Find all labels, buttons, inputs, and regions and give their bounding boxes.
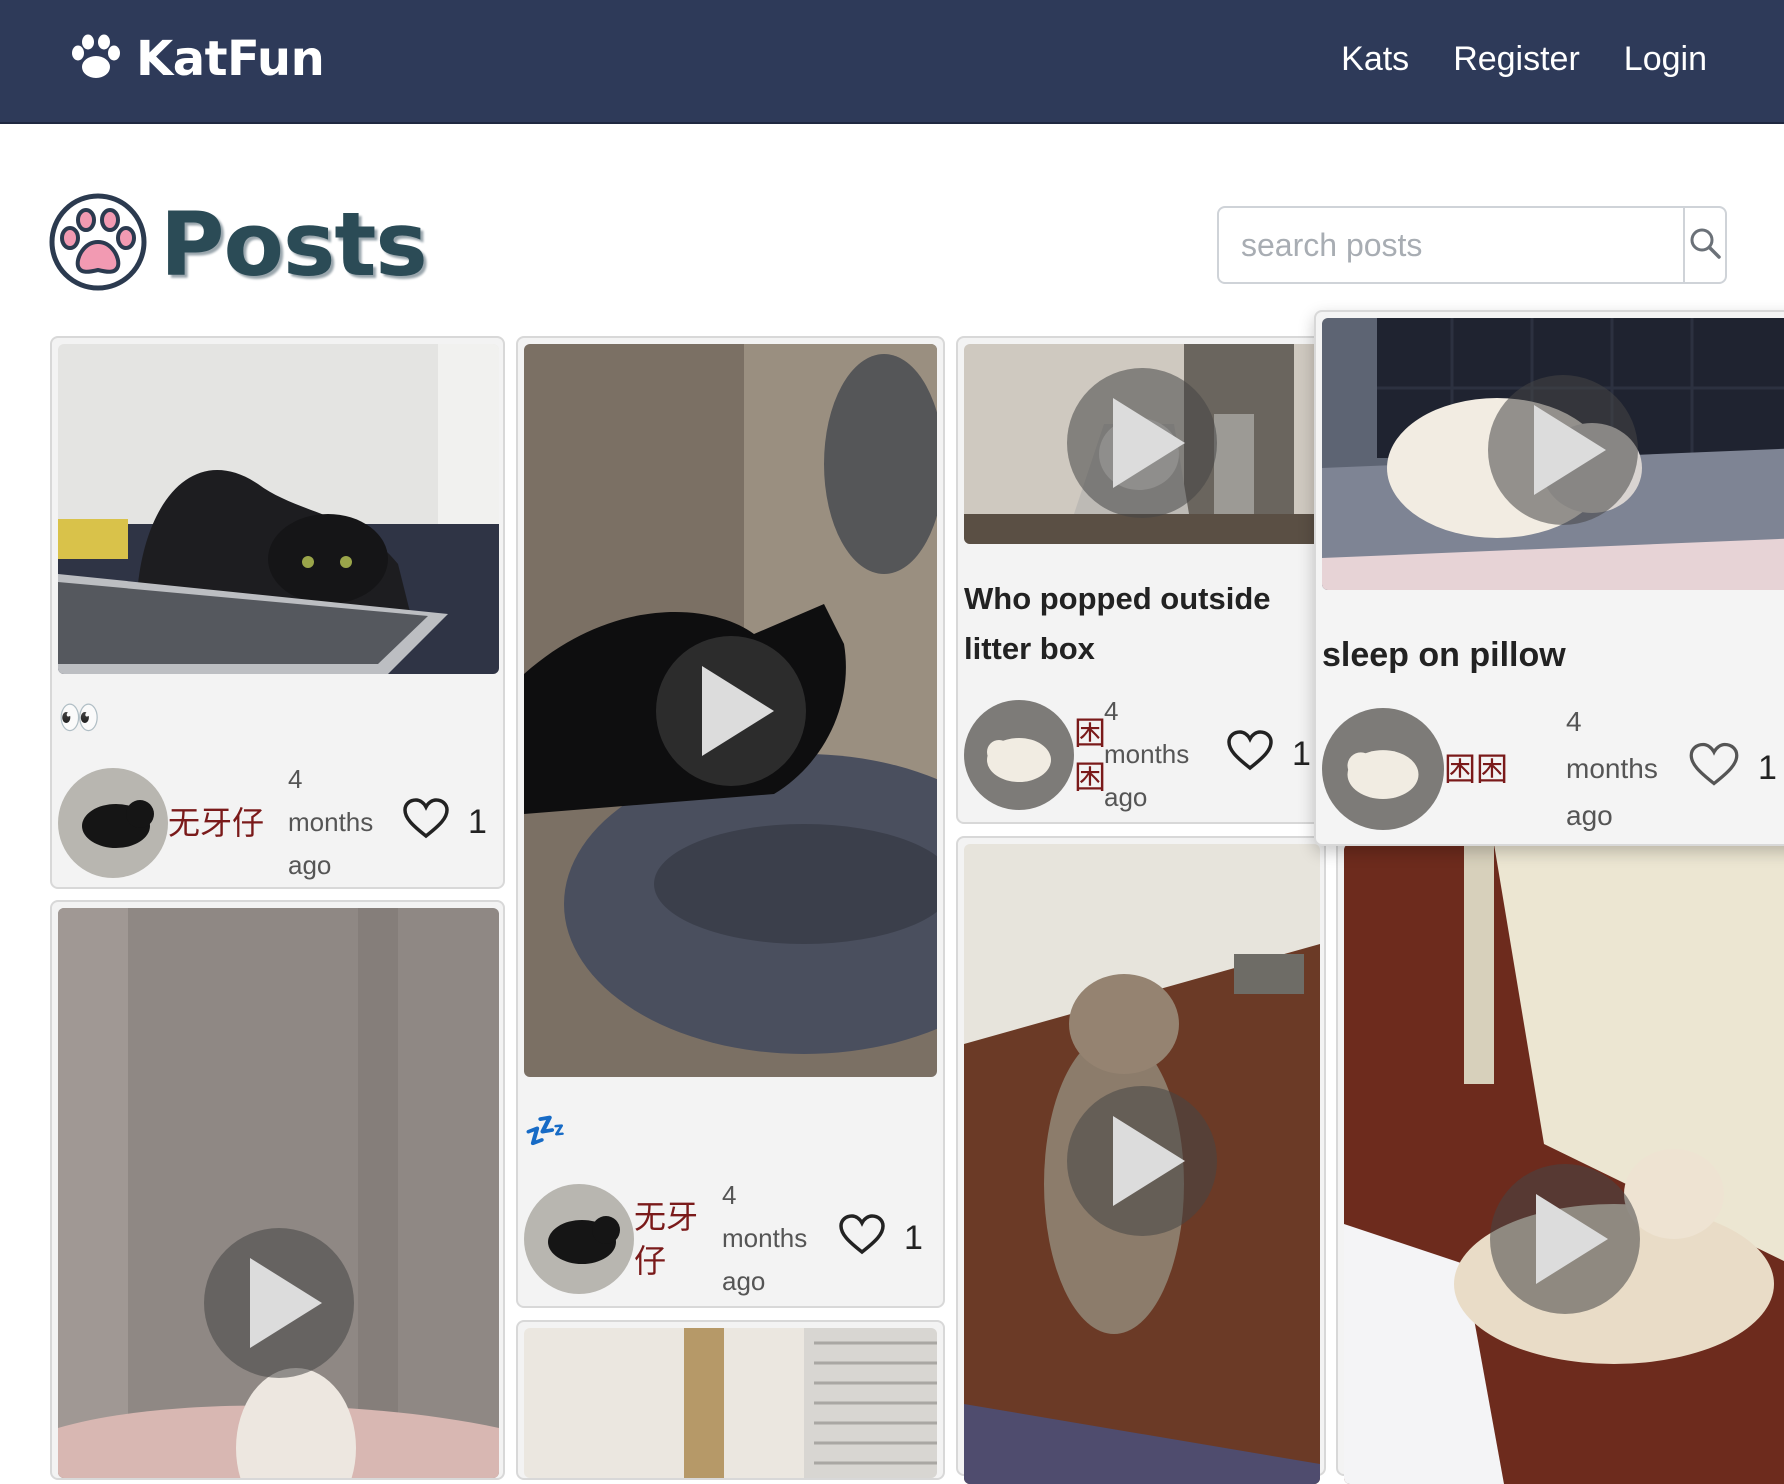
post-time: 4 months ago [288, 764, 374, 880]
search-icon [1688, 226, 1722, 265]
search-button[interactable] [1683, 208, 1725, 282]
like-count: 1 [904, 1219, 923, 1257]
post-time: 4 months ago [722, 1180, 808, 1296]
play-button[interactable] [1067, 1086, 1217, 1236]
post-video[interactable] [524, 344, 937, 1077]
post-meta: 困困 4 months ago 1 [964, 690, 1311, 819]
heart-icon[interactable] [1226, 729, 1274, 780]
nav-link-kats[interactable]: Kats [1341, 30, 1409, 88]
post-time: 4 months ago [1566, 706, 1658, 831]
post-card[interactable] [1336, 836, 1784, 1484]
post-card[interactable]: sleep on pillow 困困 4 months ago 1 [1314, 310, 1784, 846]
play-button[interactable] [656, 636, 806, 786]
author-name[interactable]: 困困 [1444, 747, 1566, 791]
play-button[interactable] [1488, 375, 1638, 525]
post-card[interactable] [516, 1320, 945, 1480]
like-control[interactable]: 1 [838, 1213, 923, 1264]
author-name[interactable]: 无牙仔 [168, 801, 284, 845]
pink-paw-icon [48, 192, 148, 297]
post-video[interactable] [58, 908, 499, 1478]
post-caption: Who popped outside litter box [964, 581, 1271, 666]
nav-link-register[interactable]: Register [1453, 30, 1580, 88]
post-time: 4 months ago [1104, 696, 1190, 812]
play-button[interactable] [204, 1228, 354, 1378]
post-video[interactable] [1344, 844, 1784, 1484]
post-card[interactable] [50, 900, 505, 1480]
author-name[interactable]: 无牙仔 [634, 1195, 700, 1283]
post-card[interactable]: 💤 无牙仔 4 months ago 1 [516, 336, 945, 1308]
avatar[interactable] [524, 1183, 634, 1294]
post-caption: sleep on pillow [1322, 636, 1566, 674]
page-title: Posts [160, 193, 428, 296]
like-control[interactable]: 1 [1688, 741, 1777, 796]
like-count: 1 [468, 803, 487, 841]
post-card[interactable]: Who popped outside litter box 困困 4 month… [956, 336, 1326, 824]
heart-icon[interactable] [838, 1213, 886, 1264]
heart-icon[interactable] [1688, 741, 1740, 796]
post-meta: 困困 4 months ago 1 [1322, 698, 1777, 839]
play-button[interactable] [1490, 1164, 1640, 1314]
avatar[interactable] [964, 699, 1074, 810]
navbar: KatFun Kats Register Login [0, 0, 1784, 124]
search-bar [1217, 206, 1727, 284]
post-meta: 无牙仔 4 months ago 1 [524, 1174, 923, 1303]
brand-name: KatFun [136, 31, 325, 87]
post-card[interactable] [956, 836, 1326, 1484]
post-caption: 💤 [524, 1112, 567, 1150]
heart-icon[interactable] [402, 797, 450, 848]
post-card[interactable]: 👀 无牙仔 4 months ago 1 [50, 336, 505, 889]
like-count: 1 [1292, 735, 1311, 773]
author-name[interactable]: 困困 [1074, 711, 1106, 799]
paw-icon [70, 34, 122, 85]
play-button[interactable] [1067, 368, 1217, 518]
post-meta: 无牙仔 4 months ago 1 [58, 758, 487, 887]
like-control[interactable]: 1 [1226, 729, 1311, 780]
post-photo[interactable] [524, 1328, 937, 1478]
post-video[interactable] [964, 344, 1320, 544]
brand-link[interactable]: KatFun [70, 26, 325, 92]
avatar[interactable] [58, 767, 168, 878]
avatar[interactable] [1322, 707, 1444, 830]
like-control[interactable]: 1 [402, 797, 487, 848]
like-count: 1 [1758, 749, 1777, 787]
search-input[interactable] [1219, 208, 1683, 282]
post-video[interactable] [964, 844, 1320, 1484]
nav-link-login[interactable]: Login [1624, 30, 1707, 88]
page-header: Posts [48, 192, 428, 297]
post-photo[interactable] [58, 344, 499, 674]
nav-links: Kats Register Login [1341, 30, 1707, 88]
post-video[interactable] [1322, 318, 1784, 590]
post-caption: 👀 [58, 699, 101, 737]
